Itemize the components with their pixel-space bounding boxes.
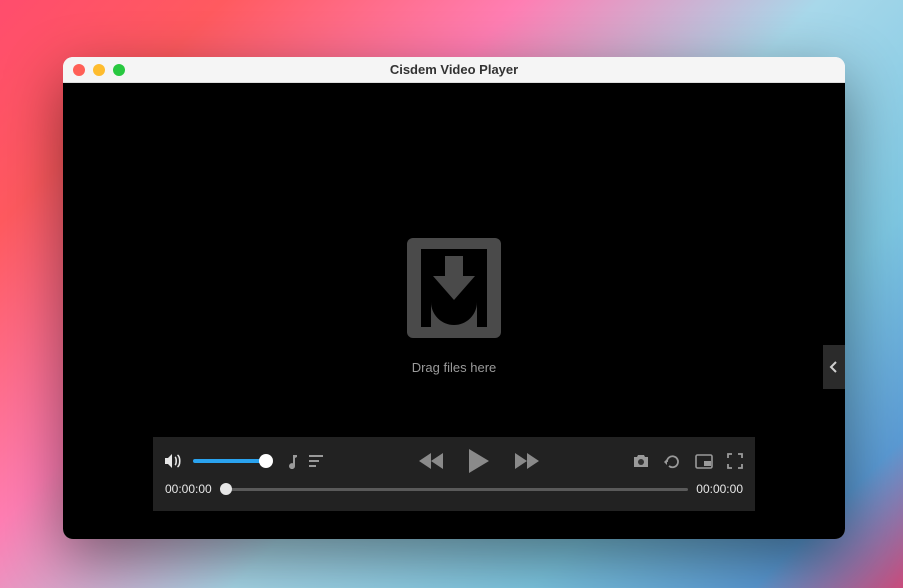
- seek-thumb[interactable]: [220, 483, 232, 495]
- playback-controls: 00:00:00 00:00:00: [153, 437, 755, 511]
- snapshot-button[interactable]: [632, 454, 650, 469]
- titlebar: Cisdem Video Player: [63, 57, 845, 83]
- loop-button[interactable]: [664, 453, 681, 470]
- pip-button[interactable]: [695, 454, 713, 469]
- window-title: Cisdem Video Player: [63, 62, 845, 77]
- play-button[interactable]: [467, 447, 491, 475]
- minimize-window-button[interactable]: [93, 64, 105, 76]
- drop-zone-label: Drag files here: [412, 360, 497, 375]
- rewind-button[interactable]: [419, 451, 445, 471]
- chevron-left-icon: [829, 360, 839, 374]
- app-window: Cisdem Video Player Drag files here: [63, 57, 845, 539]
- fullscreen-button[interactable]: [727, 453, 743, 469]
- total-time: 00:00:00: [696, 482, 743, 496]
- window-controls: [73, 64, 125, 76]
- current-time: 00:00:00: [165, 482, 212, 496]
- volume-icon[interactable]: [165, 453, 183, 469]
- fast-forward-button[interactable]: [513, 451, 539, 471]
- download-tray-icon: [407, 238, 501, 338]
- drop-zone[interactable]: Drag files here: [407, 238, 501, 375]
- seek-slider[interactable]: [220, 488, 689, 491]
- video-surface[interactable]: Drag files here: [63, 83, 845, 539]
- zoom-window-button[interactable]: [113, 64, 125, 76]
- volume-slider[interactable]: [193, 459, 267, 463]
- side-panel-toggle[interactable]: [823, 345, 845, 389]
- volume-thumb[interactable]: [259, 454, 273, 468]
- audio-track-button[interactable]: [283, 453, 299, 469]
- playlist-button[interactable]: [309, 454, 325, 468]
- close-window-button[interactable]: [73, 64, 85, 76]
